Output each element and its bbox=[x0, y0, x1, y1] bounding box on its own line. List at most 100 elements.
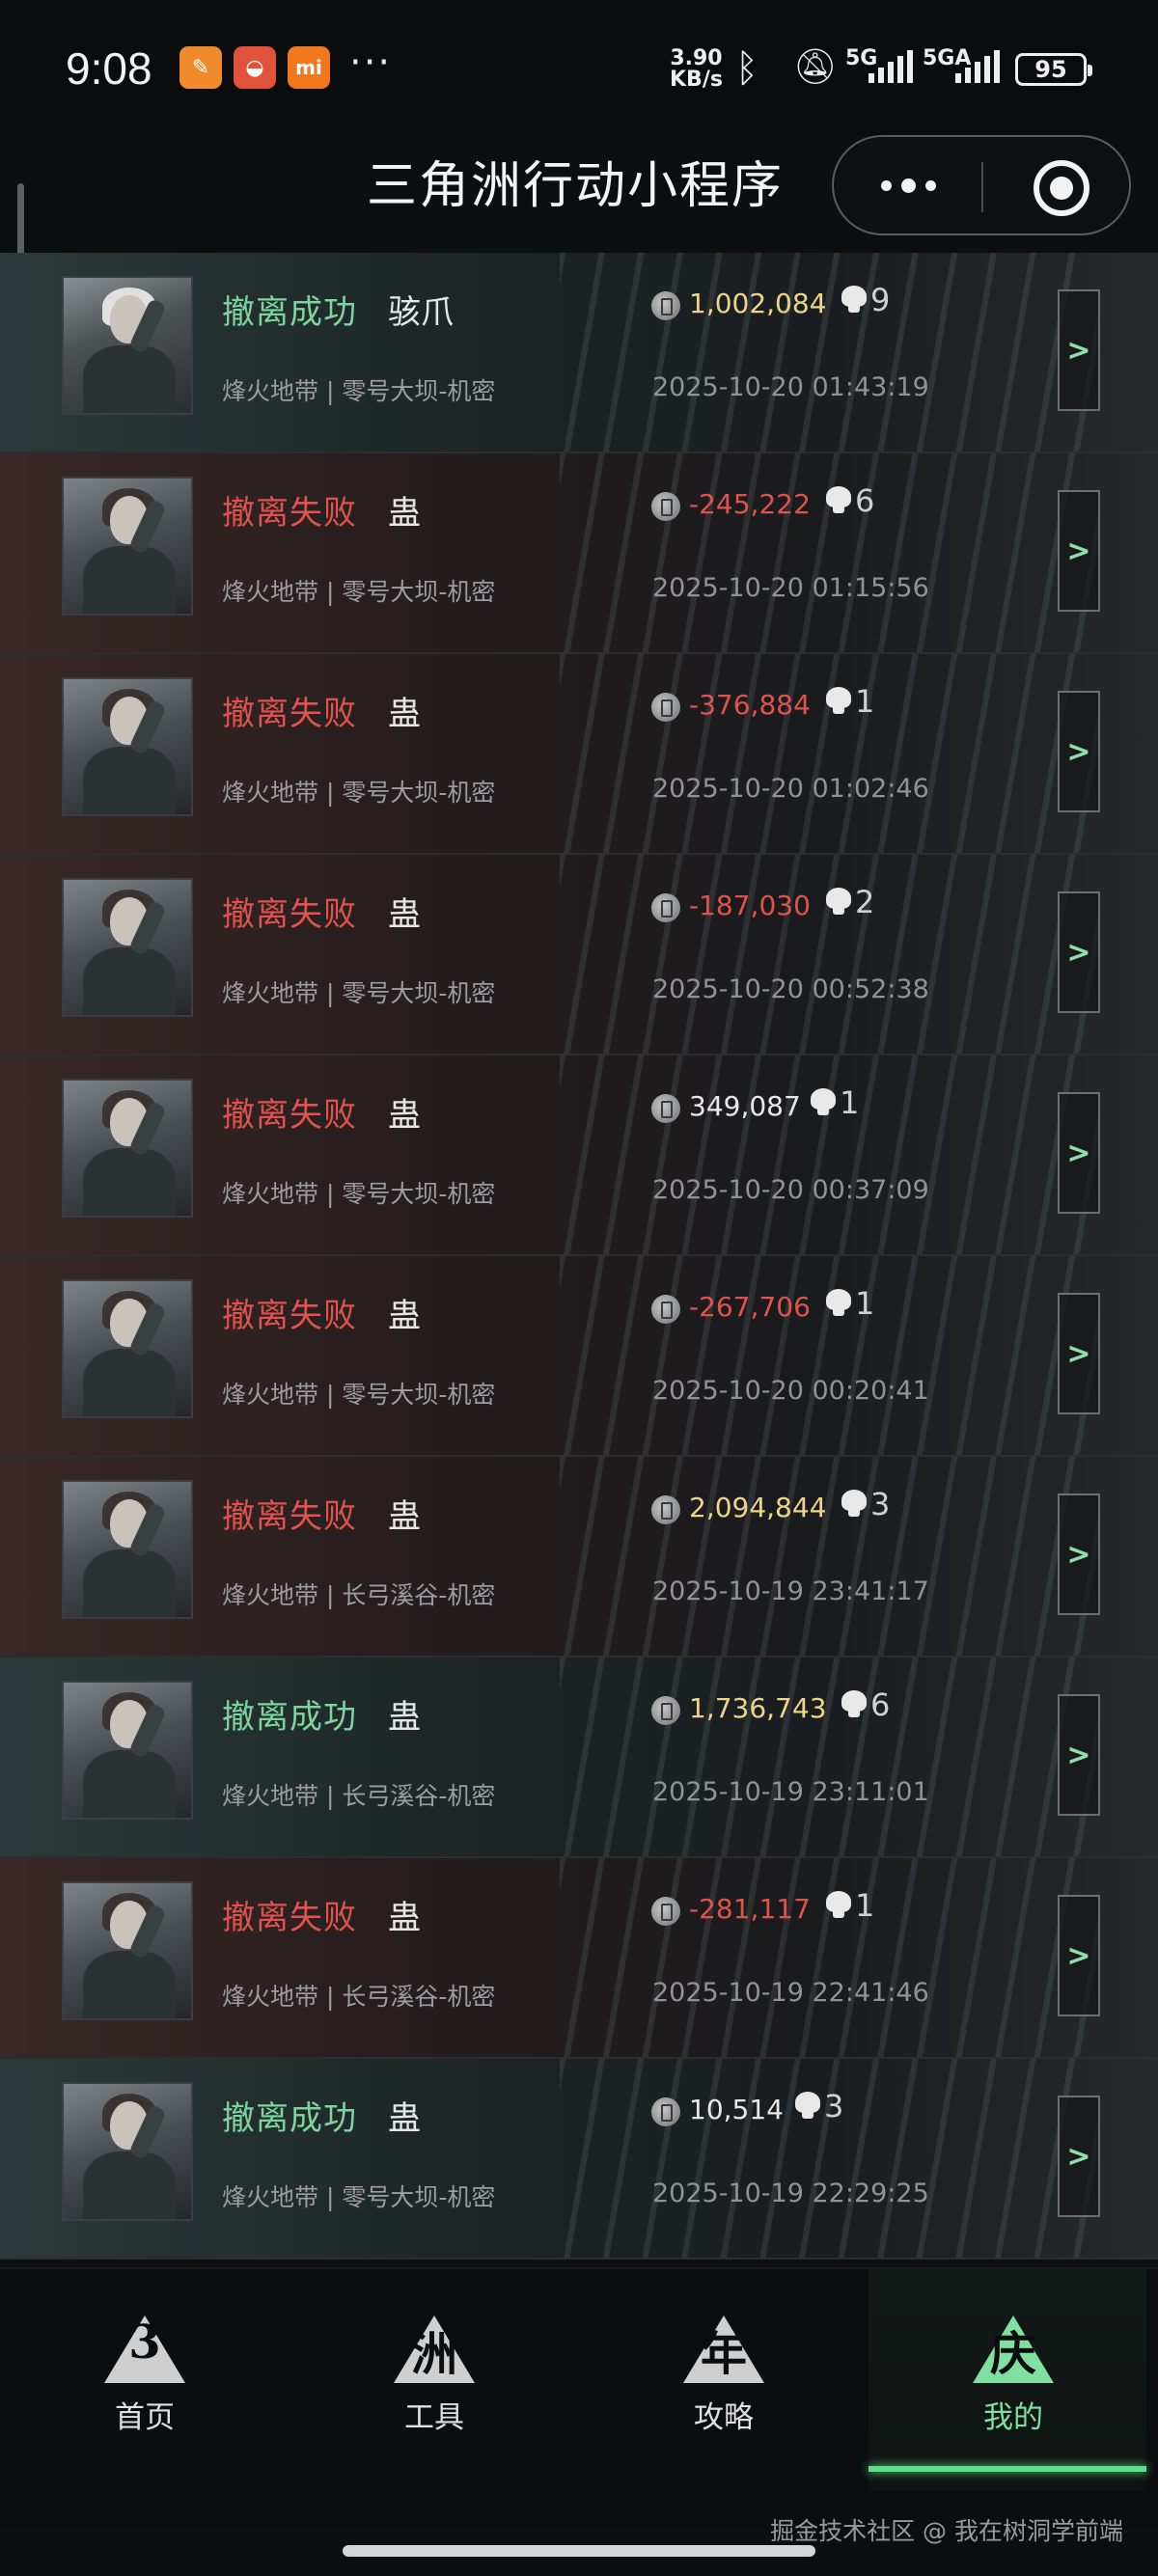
kill-number: 2 bbox=[855, 884, 875, 920]
skull-icon bbox=[811, 1088, 836, 1117]
operator-name: 蛊 bbox=[388, 1096, 421, 1135]
kill-count: 1 bbox=[826, 1285, 874, 1322]
app-notification-icon: ✎ bbox=[179, 46, 222, 89]
view-detail-button[interactable]: > bbox=[1058, 1293, 1100, 1414]
match-time: 2025-10-19 23:41:17 bbox=[652, 1576, 929, 1606]
kill-count: 6 bbox=[841, 1686, 890, 1723]
coin-icon bbox=[651, 2097, 680, 2126]
map-info: 烽火地带 | 长弓溪谷-机密 bbox=[222, 1782, 496, 1810]
network-speed: 3.90 KB/s bbox=[670, 48, 723, 91]
coin-icon bbox=[651, 893, 680, 922]
battery-level: 95 bbox=[1034, 56, 1067, 83]
match-record-row[interactable]: 撤离失败 蛊 烽火地带 | 长弓溪谷-机密 -281,117 1 2025-10… bbox=[0, 1858, 1158, 2059]
extraction-result: 撤离失败 bbox=[222, 1297, 357, 1335]
loot-value: -187,030 bbox=[689, 890, 811, 921]
home-indicator[interactable] bbox=[343, 2545, 815, 2557]
status-bar: 9:08 ✎ ◒ mi ··· 3.90 KB/s ᛒ 🔕︎ 5G 5GA 95 bbox=[0, 0, 1158, 135]
loot-value: 1,002,084 bbox=[689, 288, 827, 319]
view-detail-button[interactable]: > bbox=[1058, 1895, 1100, 2016]
loot-value: -245,222 bbox=[689, 488, 811, 520]
map-info: 烽火地带 | 零号大坝-机密 bbox=[222, 1180, 496, 1208]
view-detail-button[interactable]: > bbox=[1058, 891, 1100, 1013]
operator-name: 蛊 bbox=[388, 494, 421, 533]
kill-count: 1 bbox=[811, 1084, 859, 1121]
more-options-icon[interactable] bbox=[874, 164, 942, 206]
skull-icon bbox=[826, 486, 851, 515]
skull-icon bbox=[826, 1891, 851, 1920]
match-record-row[interactable]: 撤离失败 蛊 烽火地带 | 零号大坝-机密 -376,884 1 2025-10… bbox=[0, 654, 1158, 855]
loot-value: -376,884 bbox=[689, 689, 811, 721]
view-detail-button[interactable]: > bbox=[1058, 1694, 1100, 1816]
view-detail-button[interactable]: > bbox=[1058, 490, 1100, 612]
tab-home[interactable]: 3 首页 bbox=[48, 2308, 241, 2436]
signal-bars-icon bbox=[955, 50, 1000, 83]
operator-avatar bbox=[62, 878, 193, 1017]
skull-icon bbox=[826, 888, 851, 917]
coin-icon bbox=[651, 693, 680, 722]
view-detail-button[interactable]: > bbox=[1058, 691, 1100, 812]
extraction-result: 撤离成功 bbox=[222, 293, 357, 332]
kill-count: 3 bbox=[841, 1486, 890, 1522]
match-time: 2025-10-20 00:20:41 bbox=[652, 1376, 929, 1406]
loot-value: 10,514 bbox=[689, 2094, 784, 2125]
kill-count: 2 bbox=[826, 884, 874, 920]
operator-name: 蛊 bbox=[388, 1297, 421, 1335]
view-detail-button[interactable]: > bbox=[1058, 2096, 1100, 2217]
coin-icon bbox=[651, 1696, 680, 1725]
match-time: 2025-10-19 23:11:01 bbox=[652, 1777, 929, 1807]
operator-name: 蛊 bbox=[388, 2099, 421, 2138]
match-record-row[interactable]: 撤离失败 蛊 烽火地带 | 零号大坝-机密 349,087 1 2025-10-… bbox=[0, 1055, 1158, 1256]
kill-number: 1 bbox=[855, 1887, 875, 1924]
mini-program-capsule bbox=[832, 135, 1131, 235]
match-time: 2025-10-19 22:41:46 bbox=[652, 1978, 929, 2008]
skull-icon bbox=[841, 286, 867, 315]
map-info: 烽火地带 | 长弓溪谷-机密 bbox=[222, 1983, 496, 2011]
match-record-row[interactable]: 撤离失败 蛊 烽火地带 | 长弓溪谷-机密 2,094,844 3 2025-1… bbox=[0, 1457, 1158, 1658]
operator-avatar bbox=[62, 1079, 193, 1218]
tab-tools[interactable]: 洲 工具 bbox=[338, 2308, 531, 2436]
skull-icon bbox=[841, 1490, 867, 1519]
operator-name: 蛊 bbox=[388, 1899, 421, 1937]
kill-count: 6 bbox=[826, 482, 874, 519]
capsule-divider bbox=[981, 162, 983, 212]
operator-name: 蛊 bbox=[388, 1497, 421, 1536]
match-record-row[interactable]: 撤离成功 蛊 烽火地带 | 零号大坝-机密 10,514 3 2025-10-1… bbox=[0, 2059, 1158, 2260]
kill-count: 1 bbox=[826, 683, 874, 720]
kill-number: 3 bbox=[824, 2088, 844, 2124]
match-record-row[interactable]: 撤离失败 蛊 烽火地带 | 零号大坝-机密 -187,030 2 2025-10… bbox=[0, 855, 1158, 1055]
tab-label: 我的 bbox=[983, 2400, 1043, 2435]
view-detail-button[interactable]: > bbox=[1058, 1494, 1100, 1615]
kill-number: 1 bbox=[855, 683, 875, 720]
background-art bbox=[560, 253, 1100, 452]
match-record-list: 撤离成功 骇爪 烽火地带 | 零号大坝-机密 1,002,084 9 2025-… bbox=[0, 253, 1158, 2260]
kill-count: 1 bbox=[826, 1887, 874, 1924]
more-notifications-icon: ··· bbox=[349, 41, 393, 85]
view-detail-button[interactable]: > bbox=[1058, 1092, 1100, 1214]
view-detail-button[interactable]: > bbox=[1058, 289, 1100, 411]
coin-icon bbox=[651, 1897, 680, 1926]
skull-icon bbox=[841, 1690, 867, 1719]
tab-label: 首页 bbox=[115, 2400, 175, 2435]
match-record-row[interactable]: 撤离成功 骇爪 烽火地带 | 零号大坝-机密 1,002,084 9 2025-… bbox=[0, 253, 1158, 453]
operator-avatar bbox=[62, 477, 193, 616]
match-record-row[interactable]: 撤离成功 蛊 烽火地带 | 长弓溪谷-机密 1,736,743 6 2025-1… bbox=[0, 1658, 1158, 1858]
bottom-tab-bar: 3 首页 洲 工具 年 攻略 庆 我的 bbox=[0, 2267, 1158, 2526]
operator-avatar bbox=[62, 677, 193, 816]
match-record-row[interactable]: 撤离失败 蛊 烽火地带 | 零号大坝-机密 -267,706 1 2025-10… bbox=[0, 1256, 1158, 1457]
match-record-row[interactable]: 撤离失败 蛊 烽火地带 | 零号大坝-机密 -245,222 6 2025-10… bbox=[0, 453, 1158, 654]
tab-label: 攻略 bbox=[694, 2400, 754, 2435]
kill-count: 3 bbox=[795, 2088, 843, 2124]
background-art bbox=[560, 1658, 1100, 1856]
tab-mine[interactable]: 庆 我的 bbox=[917, 2308, 1110, 2436]
coin-icon bbox=[651, 1094, 680, 1123]
map-info: 烽火地带 | 零号大坝-机密 bbox=[222, 377, 496, 405]
battery-icon: 95 bbox=[1015, 53, 1092, 86]
close-mini-program-icon[interactable] bbox=[1034, 160, 1089, 216]
mute-bell-icon: 🔕︎ bbox=[793, 47, 838, 87]
kill-number: 6 bbox=[870, 1686, 891, 1723]
extraction-result: 撤离失败 bbox=[222, 895, 357, 934]
map-info: 烽火地带 | 零号大坝-机密 bbox=[222, 979, 496, 1007]
tab-guide[interactable]: 年 攻略 bbox=[627, 2308, 820, 2436]
match-time: 2025-10-19 22:29:25 bbox=[652, 2179, 929, 2208]
kill-number: 9 bbox=[870, 282, 891, 318]
